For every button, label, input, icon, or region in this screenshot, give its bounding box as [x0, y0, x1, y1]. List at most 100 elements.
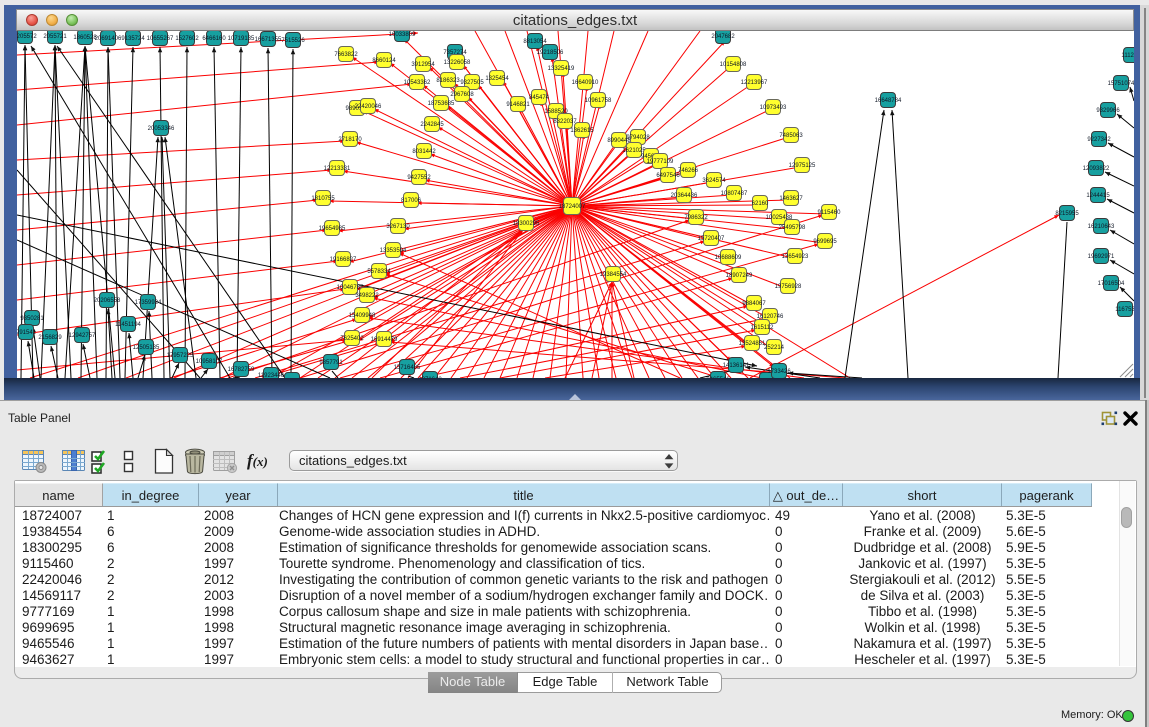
svg-text:20053346: 20053346	[148, 126, 175, 132]
svg-text:17359924: 17359924	[135, 300, 162, 306]
svg-text:18724007: 18724007	[559, 204, 586, 210]
svg-text:19384554: 19384554	[600, 272, 627, 278]
svg-text:18753685: 18753685	[428, 101, 455, 107]
svg-text:9227342: 9227342	[1087, 137, 1111, 143]
svg-text:9699695: 9699695	[813, 239, 837, 245]
svg-text:2967608: 2967608	[450, 92, 474, 98]
svg-text:7986322: 7986322	[684, 215, 708, 221]
svg-text:10961758: 10961758	[585, 98, 612, 104]
svg-text:13654923: 13654923	[782, 254, 809, 260]
svg-text:16782759: 16782759	[228, 367, 255, 373]
svg-text:8186323: 8186323	[436, 78, 460, 84]
svg-text:991541: 991541	[17, 330, 37, 336]
svg-text:3267130: 3267130	[386, 224, 410, 230]
svg-text:10543362: 10543362	[404, 80, 431, 86]
svg-text:11451194: 11451194	[115, 322, 141, 328]
svg-text:15716485: 15716485	[394, 365, 421, 371]
svg-text:19218506: 19218506	[537, 50, 564, 56]
svg-text:9857791: 9857791	[319, 360, 343, 366]
svg-text:18300295: 18300295	[513, 221, 540, 227]
svg-text:22420046: 22420046	[355, 104, 382, 110]
svg-text:1463627: 1463627	[779, 196, 803, 202]
svg-text:1362615: 1362615	[570, 128, 594, 134]
svg-text:15720407: 15720407	[698, 236, 725, 242]
svg-text:7485063: 7485063	[779, 133, 803, 139]
svg-text:8660124: 8660124	[372, 58, 396, 64]
svg-text:9329966: 9329966	[1096, 108, 1120, 114]
svg-text:8322037: 8322037	[553, 119, 577, 125]
svg-text:13353594: 13353594	[380, 248, 407, 254]
svg-text:9146821: 9146821	[506, 102, 530, 108]
svg-text:746266: 746266	[678, 168, 699, 174]
svg-text:10958107: 10958107	[196, 359, 223, 365]
svg-text:252214: 252214	[764, 345, 785, 351]
svg-text:17016504: 17016504	[1098, 281, 1125, 287]
svg-text:19654985: 19654985	[319, 226, 346, 232]
svg-text:10807487: 10807487	[721, 191, 748, 197]
svg-text:19756928: 19756928	[775, 284, 802, 290]
svg-text:62160: 62160	[752, 201, 769, 207]
svg-text:9427552: 9427552	[407, 175, 431, 181]
svg-text:1244415: 1244415	[1086, 193, 1110, 199]
svg-text:10719135: 10719135	[228, 36, 255, 42]
svg-text:111253: 111253	[1121, 53, 1134, 59]
svg-text:12213967: 12213967	[741, 80, 768, 86]
svg-text:8813054: 8813054	[523, 39, 547, 45]
svg-text:9350281: 9350281	[20, 316, 44, 322]
svg-text:20364436: 20364436	[671, 193, 698, 199]
svg-text:1527602: 1527602	[175, 36, 199, 42]
svg-text:16640910: 16640910	[572, 80, 599, 86]
svg-text:19777109: 19777109	[647, 159, 674, 165]
svg-text:12975125: 12975125	[789, 163, 816, 169]
svg-text:16033809: 16033809	[389, 32, 416, 38]
svg-text:845474: 845474	[529, 95, 550, 101]
svg-text:9135724: 9135724	[121, 36, 145, 42]
svg-text:1325454: 1325454	[485, 76, 509, 82]
svg-text:12213331: 12213331	[324, 166, 351, 172]
svg-text:2242845: 2242845	[420, 122, 444, 128]
svg-text:15751074: 15751074	[1108, 81, 1134, 87]
svg-text:2047682: 2047682	[711, 34, 735, 40]
svg-text:9115460: 9115460	[818, 210, 842, 216]
svg-text:9884067: 9884067	[742, 301, 766, 307]
svg-text:1733426: 1733426	[767, 369, 791, 375]
svg-text:12093822: 12093822	[1083, 166, 1110, 172]
svg-text:817006: 817006	[401, 198, 422, 204]
svg-text:3498222: 3498222	[355, 293, 379, 299]
svg-text:7515526: 7515526	[281, 38, 305, 44]
svg-text:10973493: 10973493	[760, 105, 787, 111]
svg-text:6497546: 6497546	[656, 173, 680, 179]
svg-text:116753: 116753	[1115, 307, 1134, 313]
svg-text:10688609: 10688609	[715, 255, 742, 261]
svg-text:16914479: 16914479	[371, 337, 398, 343]
svg-text:8031442: 8031442	[412, 149, 436, 155]
svg-text:6466160: 6466160	[202, 36, 226, 42]
svg-text:14136141: 14136141	[723, 363, 750, 369]
svg-text:1205572: 1205572	[17, 34, 37, 40]
svg-text:19692971: 19692971	[1088, 254, 1115, 260]
svg-text:18907249: 18907249	[726, 273, 753, 279]
svg-text:25495798: 25495798	[779, 225, 806, 231]
svg-text:16671355: 16671355	[255, 37, 282, 43]
svg-text:9327505: 9327505	[460, 80, 484, 86]
svg-text:8215955: 8215955	[1055, 211, 1079, 217]
svg-text:19166827: 19166827	[330, 257, 357, 263]
svg-text:16210643: 16210643	[1088, 224, 1115, 230]
svg-text:9794028: 9794028	[626, 135, 650, 141]
svg-text:3912954: 3912954	[411, 62, 435, 68]
svg-text:1615112: 1615112	[751, 325, 775, 331]
svg-text:17957225: 17957225	[167, 353, 194, 359]
svg-text:15409948: 15409948	[349, 313, 376, 319]
svg-text:1810755: 1810755	[311, 196, 335, 202]
svg-text:13325419: 13325419	[548, 66, 575, 72]
svg-text:3624574: 3624574	[702, 178, 726, 184]
svg-text:12505135: 12505135	[133, 345, 160, 351]
svg-text:2156829: 2156829	[38, 335, 62, 341]
svg-text:10154808: 10154808	[720, 62, 747, 68]
svg-text:20691406: 20691406	[95, 36, 122, 42]
svg-text:13524851: 13524851	[739, 341, 766, 347]
svg-text:2718170: 2718170	[338, 137, 362, 143]
svg-text:7625402: 7625402	[340, 336, 364, 342]
svg-text:5578334: 5578334	[367, 269, 391, 275]
svg-text:20206558: 20206558	[94, 298, 121, 304]
